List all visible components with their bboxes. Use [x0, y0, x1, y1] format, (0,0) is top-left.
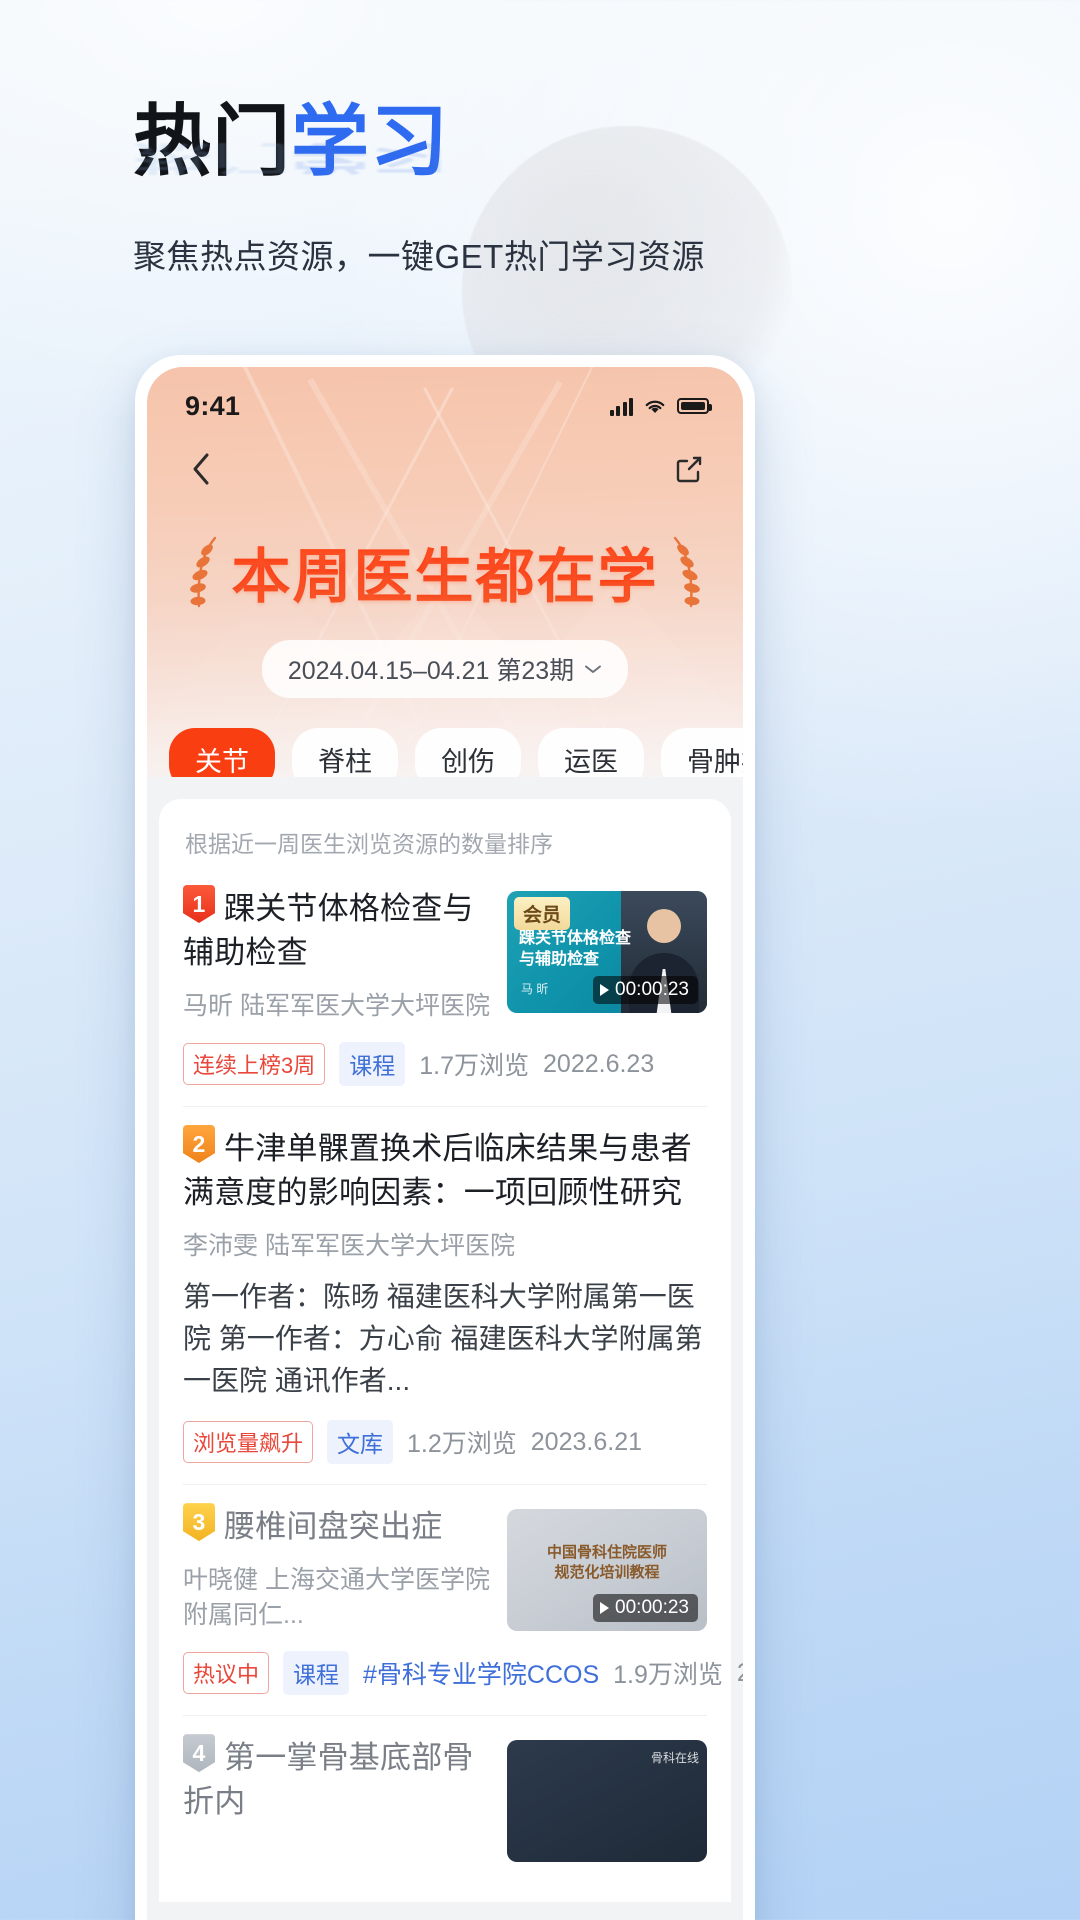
hot-tag: 连续上榜3周 [183, 1043, 326, 1086]
phone-mockup: 9:41 本周医生都在学 2024.04.15–04.21 第23期 关节 脊柱… [135, 355, 755, 1920]
status-bar: 9:41 [147, 367, 743, 431]
type-tag: 文库 [327, 1420, 394, 1465]
back-chevron-icon[interactable] [181, 449, 221, 489]
hot-tag: 浏览量飙升 [183, 1421, 314, 1464]
signal-bars-icon [609, 397, 633, 416]
item-author: 马昕 陆军军医大学大坪医院 [183, 992, 490, 1021]
item-thumbnail[interactable]: 会员 课堂 踝关节体格检查与辅助检查 马 昕 00:00:23 [507, 891, 707, 1013]
item-author: 李沛雯 陆军军医大学大坪医院 [183, 1232, 515, 1261]
share-external-icon[interactable] [669, 449, 709, 489]
page-subtitle: 聚焦热点资源，一键GET热门学习资源 [133, 238, 705, 275]
thumb-title: 中国骨科住院医师 规范化培训教程 [546, 1544, 667, 1581]
item-thumbnail[interactable]: 中国骨科住院医师 规范化培训教程 00:00:23 [507, 1509, 707, 1632]
banner-title: 本周医生都在学 [231, 529, 658, 614]
wifi-icon [645, 400, 665, 414]
rank-badge: 2 [183, 1125, 215, 1164]
vip-badge: 会员 [514, 897, 571, 930]
phone-screen: 9:41 本周医生都在学 2024.04.15–04.21 第23期 关节 脊柱… [147, 367, 743, 1920]
publish-date: 2022.6.23 [543, 1049, 655, 1078]
publish-date: 2020.5.11 [737, 1659, 743, 1688]
laurel-left-icon [190, 536, 217, 607]
rank-badge: 4 [183, 1734, 215, 1773]
video-duration: 00:00:23 [593, 976, 698, 1004]
page-title-reflection: 热门学习 [133, 139, 450, 177]
publish-date: 2023.6.21 [530, 1427, 642, 1456]
rank-badge: 3 [183, 1503, 215, 1542]
list-sort-hint: 根据近一周医生浏览资源的数量排序 [185, 831, 553, 857]
item-author: 叶晓健 上海交通大学医学院附属同仁... [183, 1566, 490, 1630]
item-title-4: 4 第一掌骨基底部骨折内 [183, 1734, 491, 1824]
type-tag: 课程 [339, 1042, 406, 1087]
type-tag: 课程 [283, 1651, 350, 1696]
thumb-speaker-name: 马 昕 [521, 982, 549, 996]
list-item[interactable]: 2 牛津单髁置换术后临床结果与患者满意度的影响因素：一项回顾性研究 李沛雯 陆军军… [183, 1107, 707, 1486]
topic-tag[interactable]: #骨科专业学院CCOS [363, 1655, 599, 1691]
item-description: 第一作者：陈旸 福建医科大学附属第一医院 第一作者：方心俞 福建医科大学附属第一… [183, 1281, 703, 1397]
category-tabs[interactable]: 关节 脊柱 创伤 运医 骨肿瘤 儿骨 [147, 728, 743, 777]
date-selector[interactable]: 2024.04.15–04.21 第23期 [261, 640, 629, 698]
item-title-1: 1 踝关节体格检查与辅助检查 [183, 885, 491, 975]
thumb-brand: 骨科在线 [650, 1751, 699, 1766]
tab-运医[interactable]: 运医 [538, 728, 644, 777]
tab-创伤[interactable]: 创伤 [415, 728, 521, 777]
page-heading: 热门学习 热门学习 [133, 100, 893, 183]
laurel-right-icon [673, 536, 700, 607]
video-duration: 00:00:23 [593, 1594, 698, 1623]
date-selector-label: 2024.04.15–04.21 第23期 [287, 657, 575, 685]
tab-关节[interactable]: 关节 [169, 728, 275, 777]
app-hero-header: 9:41 本周医生都在学 2024.04.15–04.21 第23期 关节 脊柱… [147, 367, 743, 777]
status-icons [609, 396, 712, 416]
tab-脊柱[interactable]: 脊柱 [292, 728, 398, 777]
view-count: 1.2万浏览 [407, 1430, 517, 1459]
item-thumbnail[interactable]: 骨科在线 [507, 1740, 707, 1863]
battery-icon [677, 398, 712, 414]
list-item[interactable]: 1踝关节体格检查与辅助检查 马昕 陆军军医大学大坪医院 会员 课堂 踝关节体格检… [183, 867, 707, 1108]
view-count: 1.7万浏览 [419, 1052, 530, 1081]
status-time: 9:41 [185, 390, 241, 421]
list-item[interactable]: 4 第一掌骨基底部骨折内 骨科在线 [183, 1716, 707, 1882]
resource-list-card: 根据近一周医生浏览资源的数量排序 1 踝关节体格检查与辅助检查 马昕 陆军军医大学… [159, 799, 743, 1903]
list-item[interactable]: 3 腰椎间盘突出症 叶晓健 上海交通大学医学院附属同仁... 中国骨科住院医师 规范… [183, 1485, 743, 1717]
item-meta-row: 连续上榜3周 课程 1.7万浏览 2022.6.23 [183, 1042, 707, 1087]
app-navbar [147, 431, 743, 507]
hot-tag: 热议中 [183, 1652, 270, 1695]
chevron-down-icon [585, 665, 602, 673]
play-icon [600, 984, 610, 996]
item-meta-row: 热议中 课程 #骨科专业学院CCOS 1.9万浏览 2020.5.11 [183, 1651, 743, 1696]
view-count: 1.9万浏览 [613, 1661, 723, 1690]
item-title-2: 2 牛津单髁置换术后临床结果与患者满意度的影响因素：一项回顾性研究 [183, 1125, 707, 1215]
thumb-title: 踝关节体格检查 与辅助检查 [519, 930, 632, 968]
banner-title-row: 本周医生都在学 [147, 529, 743, 614]
item-meta-row: 浏览量飙升 文库 1.2万浏览 2023.6.21 [183, 1420, 707, 1465]
tab-骨肿瘤[interactable]: 骨肿瘤 [661, 728, 743, 777]
rank-badge: 1 [183, 885, 215, 923]
play-icon [600, 1602, 610, 1615]
item-title-3: 3 腰椎间盘突出症 [183, 1503, 491, 1549]
